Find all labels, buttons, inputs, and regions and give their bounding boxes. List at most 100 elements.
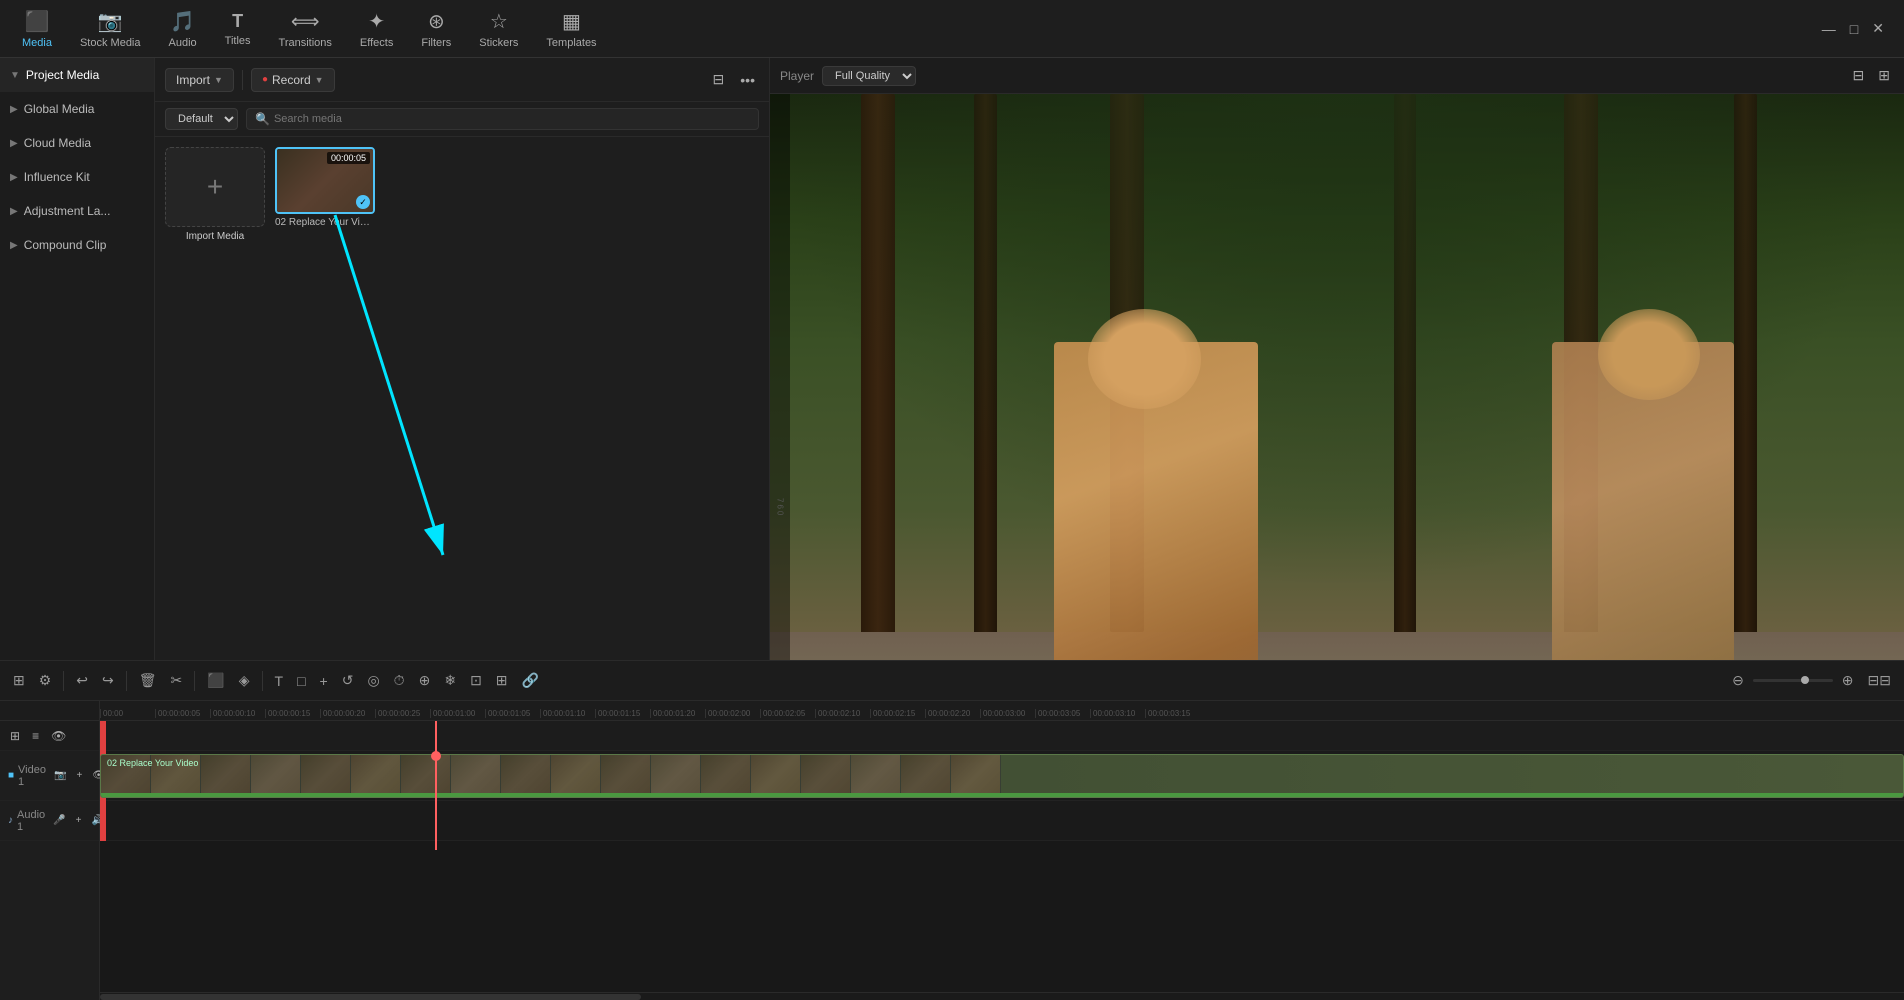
filmstrip-frame xyxy=(751,755,801,797)
filters-icon: ⊛ xyxy=(428,9,445,34)
ruler-mark: 00:00:01:00 xyxy=(430,709,485,718)
track-view-btn[interactable]: 👁 xyxy=(47,727,70,745)
search-box: 🔍 xyxy=(246,108,759,130)
ruler-mark: 00:00:02:15 xyxy=(870,709,925,718)
crop-btn[interactable]: □ xyxy=(292,670,310,692)
stickers-icon: ☆ xyxy=(490,9,508,34)
player-settings-btn[interactable]: ⊟ xyxy=(1849,65,1869,86)
ruler-mark: 00:00 xyxy=(100,709,155,718)
ruler-mark: 00:00:00:20 xyxy=(320,709,375,718)
cut-btn[interactable]: ✂ xyxy=(166,669,188,692)
add-track-btn[interactable]: ⊞ xyxy=(8,669,30,692)
media-thumb-label: 02 Replace Your Video xyxy=(275,217,375,228)
mirror-btn[interactable]: ◎ xyxy=(362,669,384,692)
filmstrip-frame xyxy=(551,755,601,797)
media-filter-bar: Default 🔍 xyxy=(155,102,769,137)
import-button[interactable]: Import ▼ xyxy=(165,68,234,92)
sidebar-item-project-media[interactable]: ▼ Project Media xyxy=(0,58,154,92)
track-options-btn[interactable]: ≡ xyxy=(28,727,43,745)
speed-btn[interactable]: ⏱ xyxy=(389,669,410,692)
filter-select[interactable]: Default xyxy=(165,108,238,130)
split-btn[interactable]: ⊕ xyxy=(414,669,436,692)
import-media-item: + Import Media xyxy=(165,147,265,242)
transition-btn[interactable]: + xyxy=(315,670,333,692)
chevron-icon: ▶ xyxy=(10,138,18,149)
link-btn[interactable]: 🔗 xyxy=(517,669,544,692)
ruler-mark: 00:00:01:15 xyxy=(595,709,650,718)
ruler-marks: 00:00 00:00:00:05 00:00:00:10 00:00:00:1… xyxy=(100,701,1904,720)
video-1-track-label: ■ Video 1 📷 + 👁 xyxy=(0,751,99,801)
filmstrip-frame xyxy=(851,755,901,797)
text-tool-btn[interactable]: T xyxy=(270,670,289,692)
clip-label: 02 Replace Your Video xyxy=(107,758,198,768)
timeline-scrollbar[interactable] xyxy=(100,992,1904,1000)
zoom-slider[interactable] xyxy=(1753,679,1833,682)
color-btn[interactable]: ⊡ xyxy=(465,669,487,692)
sidebar-item-compound-clip[interactable]: ▶ Compound Clip xyxy=(0,228,154,262)
window-close-btn[interactable]: ✕ xyxy=(1868,18,1888,39)
more-options-btn[interactable]: ••• xyxy=(736,70,759,90)
nav-media[interactable]: ⬛ Media xyxy=(8,3,66,55)
stock-media-icon: 📷 xyxy=(98,9,123,34)
playhead[interactable] xyxy=(435,721,437,850)
nav-effects[interactable]: ✦ Effects xyxy=(346,3,407,55)
freeze-btn[interactable]: ❄ xyxy=(439,669,461,692)
group-btn[interactable]: ⊞ xyxy=(491,669,513,692)
filmstrip-frame xyxy=(351,755,401,797)
scrollbar-thumb[interactable] xyxy=(100,994,641,1000)
filmstrip-frame xyxy=(901,755,951,797)
chevron-icon: ▶ xyxy=(10,172,18,183)
nav-stickers[interactable]: ☆ Stickers xyxy=(465,3,532,55)
zoom-out-btn[interactable]: ⊖ xyxy=(1727,669,1749,692)
player-fullscreen-btn[interactable]: ⊞ xyxy=(1874,65,1894,86)
filmstrip-frame xyxy=(251,755,301,797)
sidebar-item-global-media[interactable]: ▶ Global Media xyxy=(0,92,154,126)
nav-audio[interactable]: 🎵 Audio xyxy=(155,3,211,55)
nav-transitions[interactable]: ⟺ Transitions xyxy=(265,3,346,55)
ruler-mark: 00:00:03:10 xyxy=(1090,709,1145,718)
record-chevron-icon: ▼ xyxy=(315,75,324,85)
sidebar-item-adjustment-layer[interactable]: ▶ Adjustment La... xyxy=(0,194,154,228)
import-media-button[interactable]: + xyxy=(165,147,265,227)
search-input[interactable] xyxy=(274,113,750,125)
track-add-btn[interactable]: + xyxy=(72,768,86,783)
nav-titles[interactable]: T Titles xyxy=(211,5,265,53)
ripple-tool-btn[interactable]: ◈ xyxy=(234,669,255,692)
settings-btn[interactable]: ⚙ xyxy=(34,669,57,692)
timeline-zoom: ⊖ ⊕ ⊟⊟ xyxy=(1727,669,1896,692)
rotate-btn[interactable]: ↺ xyxy=(337,669,359,692)
nav-stock-media[interactable]: 📷 Stock Media xyxy=(66,3,155,55)
filmstrip-frame xyxy=(401,755,451,797)
select-tool-btn[interactable]: ⬛ xyxy=(202,669,229,692)
undo-btn[interactable]: ↩ xyxy=(71,669,93,692)
video-track-content: 02 Replace Your Video xyxy=(100,751,1904,801)
window-maximize-btn[interactable]: □ xyxy=(1846,18,1862,39)
quality-select[interactable]: Full Quality xyxy=(822,66,916,86)
chevron-icon: ▶ xyxy=(10,104,18,115)
audio-add-btn[interactable]: + xyxy=(72,813,86,828)
sidebar-item-cloud-media[interactable]: ▶ Cloud Media xyxy=(0,126,154,160)
hat-2 xyxy=(1598,309,1700,400)
delete-btn[interactable]: 🗑 xyxy=(134,669,162,692)
redo-btn[interactable]: ↪ xyxy=(97,669,119,692)
audio-mic-btn[interactable]: 🎤 xyxy=(49,813,69,828)
media-thumb-video1[interactable]: 00:00:05 ✓ 02 Replace Your Video xyxy=(275,147,375,242)
filmstrip-frame xyxy=(201,755,251,797)
track-camera-btn[interactable]: 📷 xyxy=(50,768,70,783)
filmstrip-frame xyxy=(701,755,751,797)
sidebar-item-influence-kit[interactable]: ▶ Influence Kit xyxy=(0,160,154,194)
video-clip[interactable]: 02 Replace Your Video xyxy=(100,754,1904,798)
transitions-icon: ⟺ xyxy=(291,9,320,34)
nav-templates[interactable]: ▦ Templates xyxy=(532,3,610,55)
window-minimize-btn[interactable]: — xyxy=(1818,18,1840,39)
record-button[interactable]: ● Record ▼ xyxy=(251,68,335,92)
start-marker xyxy=(100,721,106,751)
ruler-mark: 00:00:02:00 xyxy=(705,709,760,718)
ruler-mark: 00:00:03:15 xyxy=(1145,709,1200,718)
layout-options-btn[interactable]: ⊟⊟ xyxy=(1863,669,1896,692)
filter-icon[interactable]: ⊟ xyxy=(709,69,729,90)
nav-filters[interactable]: ⊛ Filters xyxy=(407,3,465,55)
audio-icon: 🎵 xyxy=(170,9,195,34)
zoom-in-btn[interactable]: ⊕ xyxy=(1837,669,1859,692)
add-video-track-btn[interactable]: ⊞ xyxy=(6,727,24,745)
